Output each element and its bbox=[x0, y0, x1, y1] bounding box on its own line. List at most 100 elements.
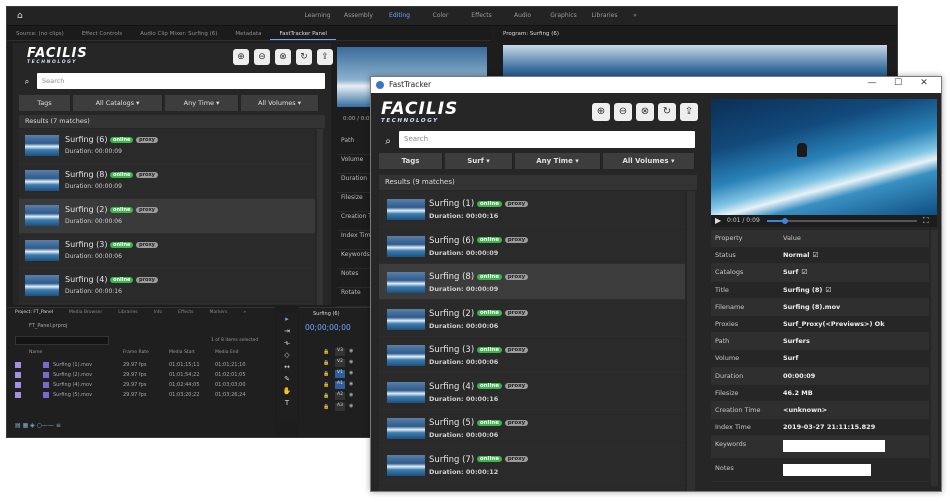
edit-icon[interactable]: ☑ bbox=[825, 286, 831, 294]
lock-icon[interactable]: 🔒 bbox=[323, 371, 329, 377]
maximize-icon[interactable]: ☐ bbox=[885, 78, 911, 88]
project-item-row[interactable]: Surfing (1).mov 29.97 fps 01;01;15;11 01;01… bbox=[7, 360, 267, 370]
workspace-tab[interactable]: Effects bbox=[461, 12, 502, 19]
workspace-tab[interactable]: Learning bbox=[297, 12, 338, 19]
panel-tab[interactable]: Effect Controls bbox=[73, 27, 131, 40]
panel-filter-dropdown[interactable]: All Volumes ▾ bbox=[241, 95, 319, 111]
project-tab[interactable]: » bbox=[235, 308, 254, 318]
panel-scrollbar[interactable] bbox=[317, 129, 323, 305]
panel-result-row[interactable]: Surfing (3) online proxy Duration: 00:00:… bbox=[19, 234, 315, 269]
refresh-icon[interactable]: ↻ bbox=[658, 103, 676, 121]
workspace-tab[interactable]: Editing bbox=[379, 12, 420, 19]
workspace-tab[interactable]: » bbox=[625, 12, 645, 19]
track-label[interactable]: A1 bbox=[335, 381, 345, 389]
track-toggle-icon[interactable]: ◉ bbox=[349, 348, 353, 354]
project-column-header[interactable]: Media Start bbox=[169, 350, 195, 355]
fullscreen-icon[interactable]: ⛶ bbox=[923, 216, 929, 226]
home-icon[interactable]: ⌂ bbox=[17, 11, 23, 21]
timecode[interactable]: 00;00;00;00 bbox=[305, 323, 351, 332]
lock-icon[interactable]: 🔒 bbox=[323, 382, 329, 388]
project-item-row[interactable]: Surfing (5).mov 29.97 fps 01;03;20;22 01;03… bbox=[7, 390, 267, 400]
ripple-edit-tool-icon[interactable]: ⟛ bbox=[277, 337, 297, 349]
pen-tool-icon[interactable]: ✎ bbox=[277, 373, 297, 385]
panel-tab[interactable]: Metadata bbox=[226, 27, 270, 40]
track-toggle-icon[interactable]: ◉ bbox=[349, 359, 353, 365]
track-select-tool-icon[interactable]: ⇥ bbox=[277, 325, 297, 337]
export-icon[interactable]: ⇪ bbox=[680, 103, 698, 121]
search-input[interactable]: Search bbox=[399, 131, 695, 148]
selection-tool-icon[interactable]: ▸ bbox=[277, 313, 297, 325]
project-tab[interactable]: Effects bbox=[170, 308, 201, 318]
track-toggle-icon[interactable]: ◉ bbox=[349, 370, 353, 376]
result-row[interactable]: Surfing (4) online proxy Duration: 00:00:… bbox=[379, 374, 685, 410]
razor-tool-icon[interactable]: ◇ bbox=[277, 349, 297, 361]
keywords-input[interactable] bbox=[783, 440, 885, 453]
result-row[interactable]: Surfing (7) online proxy Duration: 00:00:… bbox=[379, 447, 685, 483]
filter-dropdown[interactable]: Tags bbox=[379, 153, 443, 169]
panel-tab[interactable]: FastTracker Panel bbox=[270, 27, 336, 40]
sequence-tab[interactable]: Surfing (6) bbox=[313, 311, 340, 317]
edit-icon[interactable]: ☑ bbox=[813, 251, 819, 259]
minimize-icon[interactable]: — bbox=[859, 78, 885, 88]
project-item-row[interactable]: Surfing (4).mov 29.97 fps 01;02;44;05 01;03… bbox=[7, 380, 267, 390]
track-toggle-icon[interactable]: ◉ bbox=[349, 392, 353, 398]
project-tab[interactable]: Project: FT_Panel bbox=[7, 308, 61, 318]
notes-input[interactable] bbox=[783, 463, 871, 476]
filter-dropdown[interactable]: All Volumes ▾ bbox=[603, 153, 695, 169]
panel-result-row[interactable]: Surfing (8) online proxy Duration: 00:00:… bbox=[19, 164, 315, 199]
panel-filter-dropdown[interactable]: Tags bbox=[19, 95, 71, 111]
project-column-header[interactable]: Frame Rate bbox=[123, 350, 149, 355]
project-tab[interactable]: Markers bbox=[201, 308, 235, 318]
close-circle-icon[interactable]: ⊗ bbox=[636, 103, 654, 121]
program-monitor-tab[interactable]: Program: Surfing (6) bbox=[495, 27, 897, 41]
close-icon[interactable]: ✕ bbox=[911, 78, 937, 88]
workspace-tab[interactable]: Audio bbox=[502, 12, 543, 19]
results-scrollbar[interactable] bbox=[687, 191, 695, 491]
project-column-header[interactable]: Name bbox=[29, 350, 42, 355]
lock-icon[interactable]: 🔒 bbox=[323, 404, 329, 410]
seek-bar[interactable] bbox=[767, 218, 917, 224]
minus-circle-icon[interactable]: ⊖ bbox=[614, 103, 632, 121]
track-label[interactable]: A2 bbox=[335, 392, 345, 400]
add-circle-icon[interactable]: ⊕ bbox=[592, 103, 610, 121]
lock-icon[interactable]: 🔒 bbox=[323, 349, 329, 355]
close-circle-icon[interactable]: ⊗ bbox=[275, 49, 291, 65]
slip-tool-icon[interactable]: ↔ bbox=[277, 361, 297, 373]
filter-dropdown[interactable]: Surf ▾ bbox=[445, 153, 513, 169]
minus-circle-icon[interactable]: ⊖ bbox=[254, 49, 270, 65]
track-toggle-icon[interactable]: ◉ bbox=[349, 381, 353, 387]
track-label[interactable]: V2 bbox=[335, 359, 345, 367]
result-row[interactable]: Surfing (5) online proxy Duration: 00:00:… bbox=[379, 410, 685, 446]
panel-filter-dropdown[interactable]: Any Time ▾ bbox=[165, 95, 239, 111]
workspace-tab[interactable]: Graphics bbox=[543, 12, 584, 19]
seek-handle[interactable] bbox=[782, 218, 788, 224]
panel-filter-dropdown[interactable]: All Catalogs ▾ bbox=[73, 95, 163, 111]
project-column-header[interactable]: Media End bbox=[215, 350, 239, 355]
export-icon[interactable]: ⇪ bbox=[317, 49, 333, 65]
result-row[interactable]: Surfing (8) online proxy Duration: 00:00:… bbox=[379, 264, 685, 300]
result-row[interactable]: Surfing (3) online proxy Duration: 00:00:… bbox=[379, 337, 685, 373]
track-toggle-icon[interactable]: ◉ bbox=[349, 403, 353, 409]
project-search-input[interactable] bbox=[15, 336, 109, 345]
lock-icon[interactable]: 🔒 bbox=[323, 360, 329, 366]
track-label[interactable]: A3 bbox=[335, 403, 345, 411]
panel-search-input[interactable]: Search bbox=[37, 73, 325, 89]
result-row[interactable]: Surfing (1) online proxy Duration: 00:00:… bbox=[379, 191, 685, 227]
track-label[interactable]: V1 bbox=[335, 370, 345, 378]
panel-result-row[interactable]: Surfing (4) online proxy Duration: 00:00:… bbox=[19, 269, 315, 304]
lock-icon[interactable]: 🔒 bbox=[323, 393, 329, 399]
workspace-tab[interactable]: Assembly bbox=[338, 12, 379, 19]
workspace-tab[interactable]: Libraries bbox=[584, 12, 625, 19]
project-tab[interactable]: Media Browser bbox=[61, 308, 110, 318]
filter-dropdown[interactable]: Any Time ▾ bbox=[515, 153, 601, 169]
project-tab[interactable]: Libraries bbox=[110, 308, 145, 318]
panel-result-row[interactable]: Surfing (6) online proxy Duration: 00:00:… bbox=[19, 129, 315, 164]
result-row[interactable]: Surfing (6) online proxy Duration: 00:00:… bbox=[379, 228, 685, 264]
track-label[interactable]: V3 bbox=[335, 348, 345, 356]
result-row[interactable]: Surfing (2) online proxy Duration: 00:00:… bbox=[379, 301, 685, 337]
project-tab[interactable]: Info bbox=[146, 308, 171, 318]
type-tool-icon[interactable]: T bbox=[277, 397, 297, 409]
panel-result-row[interactable]: Surfing (2) online proxy Duration: 00:00:… bbox=[19, 199, 315, 234]
project-item-row[interactable]: Surfing (2).mov 29.97 fps 01;01;54;22 01;02… bbox=[7, 370, 267, 380]
workspace-tab[interactable]: Color bbox=[420, 12, 461, 19]
